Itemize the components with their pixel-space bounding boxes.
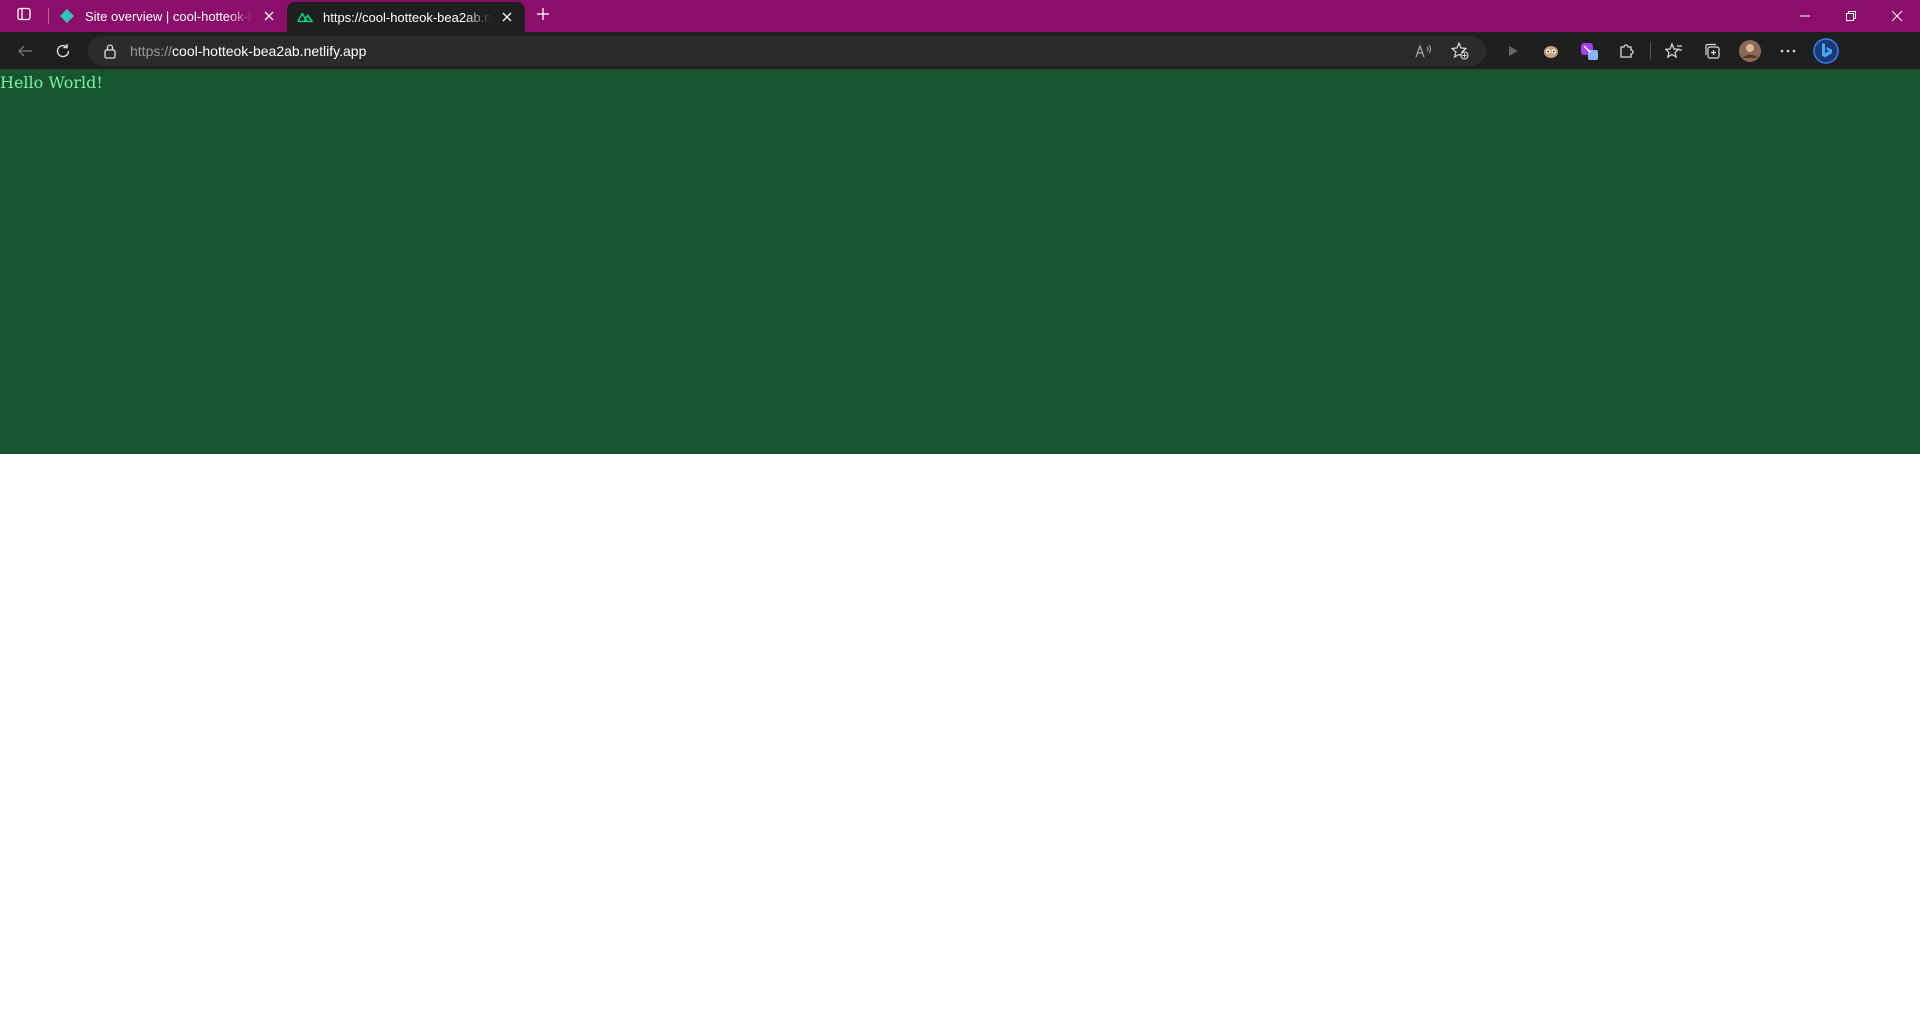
- browser-window: Site overview | cool-hotteok-bea2ab http…: [0, 0, 1920, 1030]
- bing-icon: [1813, 37, 1839, 64]
- hello-heading: Hello World!: [0, 73, 103, 92]
- tab-actions-button[interactable]: [0, 0, 48, 32]
- back-button[interactable]: [6, 35, 44, 67]
- extension-owl-button[interactable]: [1532, 35, 1570, 67]
- address-bar[interactable]: https://cool-hotteok-bea2ab.netlify.app: [88, 35, 1486, 66]
- collections-button[interactable]: [1693, 35, 1731, 67]
- tab-title: https://cool-hotteok-bea2ab.netlify.app: [323, 9, 491, 25]
- purple-extension-icon: [1581, 42, 1598, 60]
- url-text[interactable]: https://cool-hotteok-bea2ab.netlify.app: [130, 43, 1406, 59]
- media-play-button[interactable]: [1494, 35, 1532, 67]
- url-scheme: https://: [130, 42, 173, 59]
- new-tab-button[interactable]: [525, 0, 561, 32]
- tab-netlify-app[interactable]: https://cool-hotteok-bea2ab.netlify.app: [287, 2, 525, 32]
- avatar: [1739, 39, 1761, 62]
- puzzle-icon: [1620, 43, 1634, 58]
- favorites-button[interactable]: [1655, 35, 1693, 67]
- browser-toolbar: https://cool-hotteok-bea2ab.netlify.app: [0, 32, 1920, 70]
- page-viewport: Hello World!: [0, 70, 1920, 1030]
- read-aloud-button[interactable]: [1406, 38, 1442, 64]
- url-host: cool-hotteok-bea2ab.netlify.app: [172, 42, 367, 59]
- more-dots-icon: [1780, 49, 1796, 52]
- tab-site-overview[interactable]: Site overview | cool-hotteok-bea2ab: [49, 0, 287, 32]
- tab-strip: Site overview | cool-hotteok-bea2ab http…: [0, 0, 1920, 32]
- favorites-icon: [1665, 41, 1682, 58]
- read-aloud-icon: [1415, 43, 1431, 57]
- netlify-diamond-icon: [59, 8, 75, 24]
- profile-button[interactable]: [1731, 35, 1769, 67]
- star-plus-icon: [1451, 41, 1469, 60]
- toolbar-divider: [1650, 41, 1651, 60]
- bing-copilot-button[interactable]: [1807, 35, 1845, 67]
- restore-button[interactable]: [1828, 0, 1874, 32]
- tab-close-button[interactable]: [259, 6, 279, 26]
- close-icon: [264, 11, 274, 21]
- arrow-left-icon: [18, 45, 32, 56]
- toolbar-right: [1494, 35, 1845, 67]
- settings-more-button[interactable]: [1769, 35, 1807, 67]
- window-controls: [1782, 0, 1920, 32]
- refresh-icon: [56, 43, 70, 57]
- tab-title: Site overview | cool-hotteok-bea2ab: [85, 8, 253, 24]
- minimize-button[interactable]: [1782, 0, 1828, 32]
- green-banner: Hello World!: [0, 70, 1920, 454]
- add-favorite-button[interactable]: [1442, 38, 1478, 64]
- minimize-icon: [1800, 15, 1810, 17]
- extension-purple-button[interactable]: [1570, 35, 1608, 67]
- owl-extension-icon: [1544, 45, 1558, 58]
- collections-icon: [1705, 43, 1720, 59]
- tab-close-button[interactable]: [497, 7, 517, 27]
- extensions-button[interactable]: [1608, 35, 1646, 67]
- refresh-button[interactable]: [44, 35, 82, 67]
- tab-actions-icon: [16, 6, 32, 27]
- play-icon: [1509, 45, 1518, 56]
- close-window-button[interactable]: [1874, 0, 1920, 32]
- lock-icon[interactable]: [102, 43, 118, 59]
- close-icon: [502, 12, 512, 22]
- plus-icon: [536, 7, 550, 26]
- nuxt-mountain-icon: [297, 9, 313, 25]
- close-icon: [1891, 10, 1903, 22]
- restore-icon: [1846, 11, 1856, 21]
